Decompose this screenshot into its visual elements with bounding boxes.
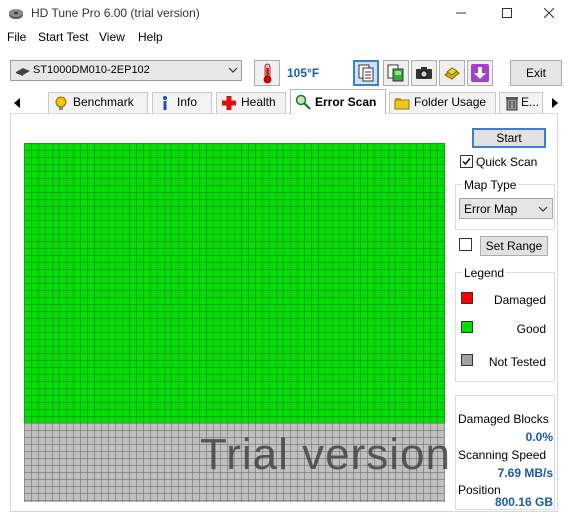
- maximize-button[interactable]: [484, 0, 530, 26]
- checkmark-icon: [462, 158, 471, 166]
- tab-erase[interactable]: E...: [499, 92, 543, 113]
- save-button[interactable]: [439, 60, 465, 86]
- copy-text-icon: [358, 64, 374, 82]
- damaged-blocks-label: Damaged Blocks: [458, 412, 549, 426]
- quick-scan-checkbox[interactable]: [460, 155, 473, 168]
- chevron-down-icon: [538, 206, 548, 212]
- legend-good-label: Good: [516, 322, 546, 336]
- tab-scroll-right-button[interactable]: [546, 94, 568, 112]
- trial-watermark: Trial version: [200, 430, 451, 479]
- set-range-button[interactable]: Set Range: [480, 236, 548, 256]
- chevron-right-icon: [552, 98, 558, 108]
- scanning-speed-value: 7.69 MB/s: [497, 466, 553, 480]
- quick-scan-label: Quick Scan: [476, 155, 538, 169]
- start-button[interactable]: Start: [472, 128, 546, 148]
- window-title: HD Tune Pro 6.00 (trial version): [31, 6, 200, 20]
- save-icon: [444, 67, 460, 80]
- tab-error-scan[interactable]: Error Scan: [290, 89, 386, 114]
- magnifier-icon: [295, 94, 311, 110]
- menu-help[interactable]: Help: [138, 30, 163, 44]
- benchmark-icon: [55, 96, 67, 110]
- folder-icon: [394, 98, 410, 110]
- menu-bar: File Start Test View Help: [0, 28, 572, 48]
- info-icon: [163, 96, 167, 110]
- tab-info[interactable]: Info: [152, 92, 212, 113]
- thermometer-icon: [263, 63, 272, 84]
- download-button[interactable]: [467, 60, 493, 86]
- drive-select[interactable]: ST1000DM010-2EP102: [10, 60, 242, 81]
- chevron-down-icon: [228, 67, 238, 73]
- map-type-title: Map Type: [462, 178, 519, 192]
- exit-button[interactable]: Exit: [510, 60, 562, 86]
- hard-drive-icon: [16, 68, 30, 76]
- close-button[interactable]: [526, 0, 572, 26]
- map-type-select[interactable]: Error Map: [459, 198, 553, 219]
- legend-title: Legend: [462, 266, 507, 280]
- menu-file[interactable]: File: [7, 30, 26, 44]
- drive-name: ST1000DM010-2EP102: [33, 64, 150, 76]
- trash-icon: [506, 97, 518, 111]
- tab-health[interactable]: Health: [216, 92, 286, 113]
- maximize-icon: [502, 8, 512, 18]
- tab-label: Folder Usage: [414, 95, 487, 109]
- tab-label: Health: [241, 95, 276, 109]
- tab-label: Error Scan: [315, 95, 377, 109]
- minimize-icon: [456, 12, 466, 14]
- download-icon: [471, 64, 489, 82]
- menu-start-test[interactable]: Start Test: [38, 30, 88, 44]
- set-range-checkbox[interactable]: [459, 238, 472, 251]
- screenshot-button[interactable]: [411, 60, 437, 86]
- title-bar: HD Tune Pro 6.00 (trial version): [0, 0, 572, 26]
- menu-view[interactable]: View: [99, 30, 125, 44]
- tab-scroll-left-button[interactable]: [8, 94, 26, 112]
- health-icon: [222, 96, 236, 110]
- close-icon: [544, 8, 554, 18]
- chevron-left-icon: [14, 98, 20, 108]
- app-icon: [9, 9, 23, 19]
- tab-folder-usage[interactable]: Folder Usage: [389, 92, 496, 113]
- tab-label: Benchmark: [73, 95, 134, 109]
- damaged-blocks-value: 0.0%: [525, 430, 553, 444]
- scanning-speed-label: Scanning Speed: [458, 448, 547, 462]
- tab-label: E...: [521, 95, 540, 109]
- position-value: 800.16 GB: [494, 495, 553, 509]
- camera-icon: [416, 67, 432, 79]
- minimize-button[interactable]: [438, 0, 484, 26]
- map-type-value: Error Map: [464, 202, 518, 216]
- copy-screenshot-button[interactable]: [383, 60, 409, 86]
- temperature-readout: 105°F: [287, 66, 320, 80]
- legend-damaged-label: Damaged: [493, 293, 546, 307]
- copy-screenshot-icon: [387, 64, 404, 82]
- temperature-button[interactable]: [254, 60, 280, 86]
- copy-text-button[interactable]: [353, 60, 379, 86]
- tab-label: Info: [177, 95, 198, 109]
- tab-benchmark[interactable]: Benchmark: [48, 92, 148, 113]
- legend-not-tested-label: Not Tested: [488, 355, 546, 369]
